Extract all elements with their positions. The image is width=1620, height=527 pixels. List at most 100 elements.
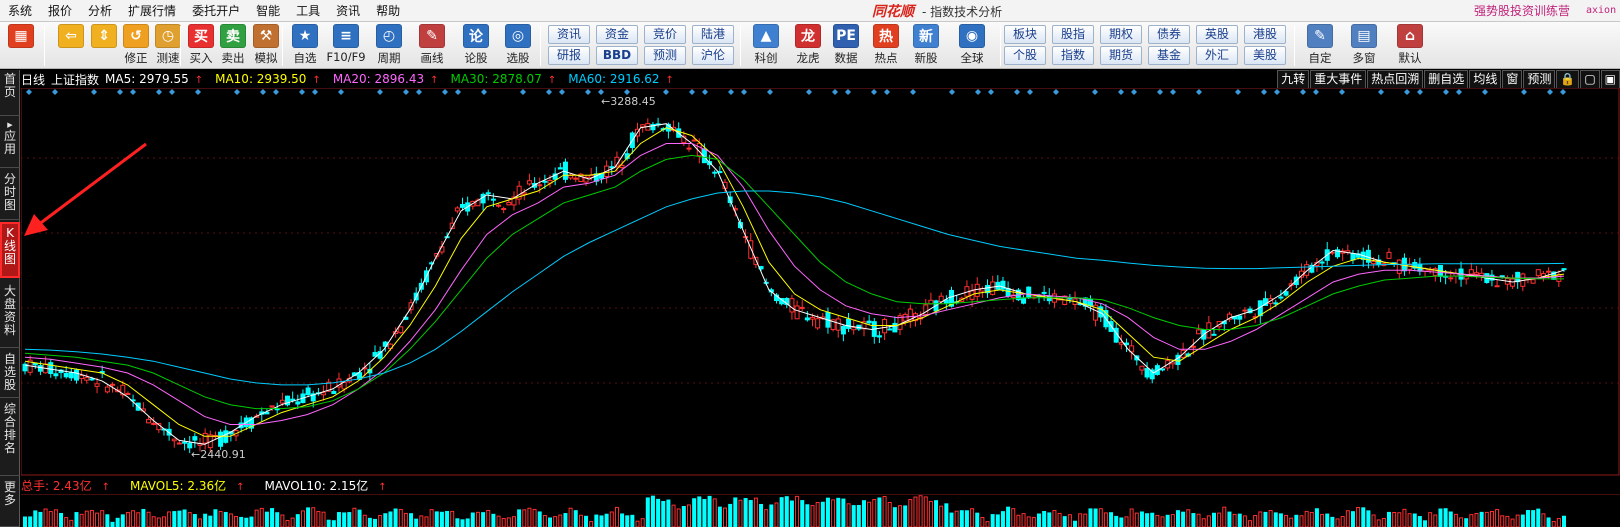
candle[interactable] [892,316,898,333]
volume-bar[interactable] [254,509,259,527]
event-marker-icon[interactable] [416,89,422,95]
volume-bar[interactable] [1423,520,1428,527]
volume-bar[interactable] [1268,510,1273,527]
volume-bar[interactable] [1510,518,1515,527]
event-marker-icon[interactable] [520,89,526,95]
volume-bar[interactable] [100,510,105,527]
volume-bar[interactable] [609,511,614,527]
volume-bar[interactable] [1232,513,1237,527]
volume-bar[interactable] [357,509,362,527]
volume-bar[interactable] [846,503,851,527]
volume-bar[interactable] [1114,515,1119,527]
quote-button[interactable]: 指数 [1052,46,1094,65]
volume-bar[interactable] [975,512,980,527]
chart-tab[interactable]: ▣ [1600,70,1620,88]
volume-bar[interactable] [686,504,691,527]
volume-bar[interactable] [1165,514,1170,527]
volume-bar[interactable] [1443,508,1448,527]
event-marker-icon[interactable] [1118,89,1124,95]
volume-bar[interactable] [1119,517,1124,527]
volume-bar[interactable] [84,510,89,527]
candle[interactable] [1021,295,1027,305]
volume-bar[interactable] [342,512,347,527]
volume-bar[interactable] [1407,513,1412,527]
volume-bar[interactable] [1376,519,1381,527]
volume-bar[interactable] [1340,516,1345,527]
candle[interactable] [1535,269,1541,279]
volume-bar[interactable] [1330,516,1335,527]
period-button[interactable]: ◴ 周期 [370,24,408,67]
candle[interactable] [655,117,661,128]
volume-bar[interactable] [795,495,800,527]
volume-bar[interactable] [656,498,661,527]
volume-bar[interactable] [1016,514,1021,527]
volume-bar[interactable] [1134,512,1139,527]
volume-bar[interactable] [141,508,146,527]
volume-bar[interactable] [908,499,913,527]
volume-bar[interactable] [429,509,434,527]
event-marker-icon[interactable] [481,89,487,95]
volume-bar[interactable] [1062,516,1067,527]
event-marker-icon[interactable] [1339,89,1345,95]
event-marker-icon[interactable] [1196,89,1202,95]
event-marker-icon[interactable] [728,89,734,95]
color-block-button[interactable]: ▦ [6,24,36,67]
event-marker-icon[interactable] [871,89,877,95]
volume-bar[interactable] [352,507,357,527]
volume-bar[interactable] [383,513,388,527]
volume-bar[interactable] [913,496,918,527]
nav-tab[interactable]: K线图 [0,222,20,278]
volume-bar[interactable] [825,497,830,527]
volume-bar[interactable] [1021,513,1026,527]
candle[interactable] [1489,269,1495,287]
volume-bar[interactable] [501,518,506,527]
volume-bar[interactable] [1124,516,1129,527]
candle[interactable] [331,389,337,395]
volume-bar[interactable] [1073,520,1078,527]
event-marker-icon[interactable] [884,89,890,95]
volume-bar[interactable] [743,498,748,527]
volume-bar[interactable] [548,517,553,527]
volume-bar[interactable] [861,500,866,527]
volume-bar[interactable] [759,504,764,527]
event-marker-icon[interactable] [1456,89,1462,95]
volume-bar[interactable] [311,507,316,527]
event-marker-icon[interactable] [702,89,708,95]
candle[interactable] [79,370,85,384]
volume-bar[interactable] [1222,506,1227,527]
default-button[interactable]: ⌂ 默认 [1392,24,1428,67]
volume-bar[interactable] [964,510,969,527]
pick-button[interactable]: ◎ 选股 [500,24,536,67]
volume-bar[interactable] [192,514,197,527]
chart-tab[interactable]: 预测 [1523,70,1556,88]
volume-bar[interactable] [1484,511,1489,527]
volume-bar[interactable] [903,505,908,527]
candle[interactable] [496,203,502,208]
volume-bar[interactable] [1026,516,1031,527]
volume-bar[interactable] [347,512,352,527]
volume-bar[interactable] [1258,511,1263,527]
event-marker-icon[interactable] [1235,89,1241,95]
volume-bar[interactable] [928,500,933,527]
event-marker-icon[interactable] [312,89,318,95]
candle[interactable] [182,437,188,451]
volume-bar[interactable] [115,517,120,527]
volume-bar[interactable] [553,516,558,527]
volume-bar[interactable] [970,508,975,527]
event-marker-icon[interactable] [546,89,552,95]
event-marker-icon[interactable] [975,89,981,95]
event-marker-icon[interactable] [52,89,58,95]
nav-tab[interactable]: 分时图 [0,170,20,220]
volume-bar[interactable] [877,497,882,527]
volume-bar[interactable] [300,510,305,527]
volume-bar[interactable] [1217,512,1222,527]
nav-tab[interactable]: 首页 [0,70,20,116]
candle[interactable] [1041,285,1047,302]
volume-bar[interactable] [409,513,414,527]
event-marker-icon[interactable] [1313,89,1319,95]
volume-bar[interactable] [1042,511,1047,527]
volume-bar[interactable] [475,511,480,527]
volume-bar[interactable] [1392,511,1397,527]
sell-button[interactable]: 卖卖出 [220,24,246,67]
volume-bar[interactable] [23,516,27,527]
